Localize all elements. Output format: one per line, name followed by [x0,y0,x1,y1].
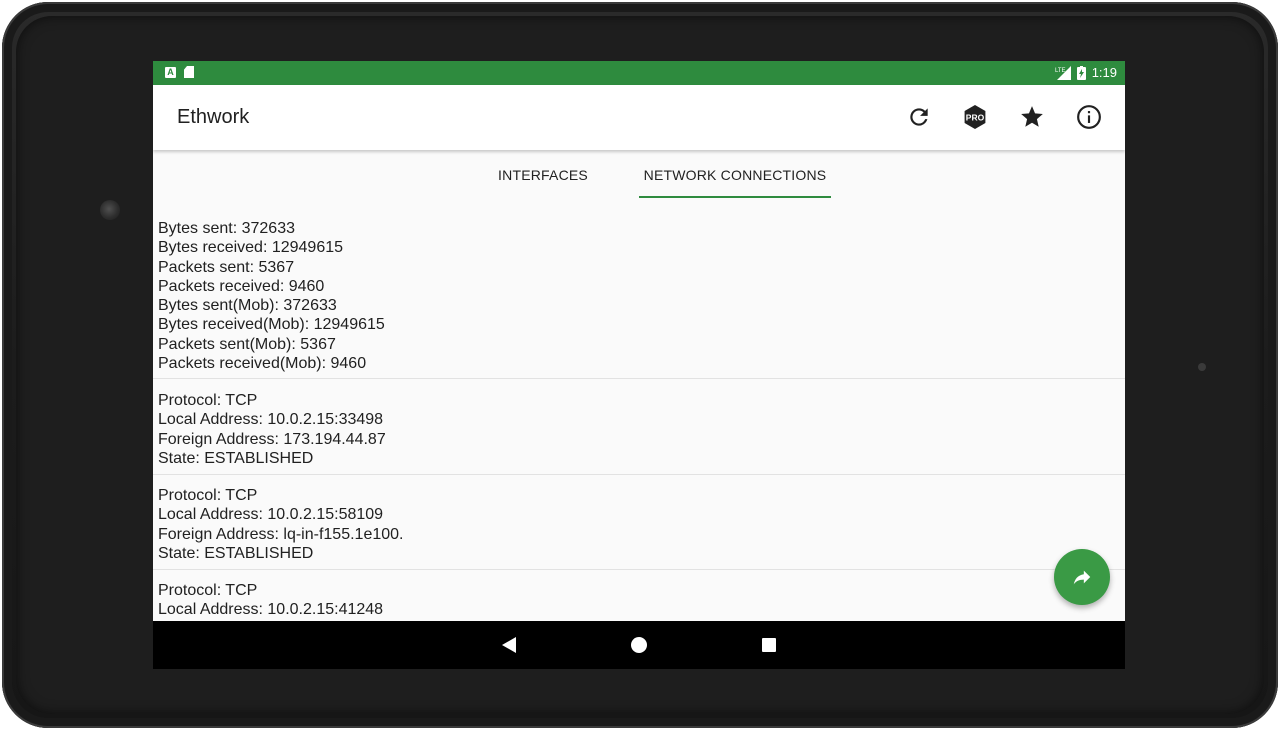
app-bar: Ethwork PRO [153,85,1125,150]
back-button[interactable] [497,633,521,657]
refresh-button[interactable] [905,103,933,131]
traffic-stats-card: Bytes sent: 372633 Bytes received: 12949… [153,219,1125,380]
sd-card-icon [184,66,194,78]
share-button[interactable] [1054,549,1110,605]
connection-item[interactable]: Protocol: TCP Local Address: 10.0.2.15:3… [153,391,1125,476]
stat-packets-received: Packets received: 9460 [158,277,325,295]
connection-local-address: Local Address: 10.0.2.15:58109 [158,506,384,524]
tab-network-connections-label: NETWORK CONNECTIONS [643,166,827,183]
proximity-sensor [1198,363,1206,371]
tab-interfaces-label: INTERFACES [498,166,588,183]
connection-protocol: Protocol: TCP [158,582,258,599]
status-bar: A LTE 1:19 [153,61,1125,85]
home-icon [631,637,647,653]
info-icon [1077,105,1101,129]
stat-packets-sent-mob: Packets sent(Mob): 5367 [158,335,336,353]
info-button[interactable] [1075,103,1103,131]
a-notification-icon: A [165,66,176,78]
refresh-icon [910,108,928,126]
svg-text:LTE: LTE [1055,68,1066,74]
connection-item[interactable]: Protocol: TCP Local Address: 10.0.2.15:5… [153,486,1125,571]
home-button[interactable] [627,633,651,657]
stat-packets-sent: Packets sent: 5367 [158,258,295,276]
notification-area: A [165,66,194,78]
connection-protocol: Protocol: TCP [158,487,258,504]
navigation-bar [153,621,1125,669]
stat-packets-received-mob: Packets received(Mob): 9460 [158,355,367,373]
back-icon [502,637,516,653]
recents-button[interactable] [757,633,781,657]
system-tray: LTE 1:19 [1055,65,1117,80]
connection-state: State: ESTABLISHED [158,544,314,562]
tab-selected-indicator [639,196,831,198]
pro-button[interactable]: PRO [961,103,989,131]
favorite-button[interactable] [1018,103,1046,131]
front-camera [100,200,120,220]
connection-foreign-address: Foreign Address: lq-in-f155.1e100. [158,525,404,543]
star-icon [1021,106,1043,127]
stat-bytes-received-mob: Bytes received(Mob): 12949615 [158,316,385,334]
stat-bytes-sent-mob: Bytes sent(Mob): 372633 [158,297,337,315]
recents-icon [762,638,776,652]
connection-state: State: ESTABLISHED [158,449,314,467]
pro-badge-icon: PRO [964,105,986,129]
connection-item[interactable]: Protocol: TCP Local Address: 10.0.2.15:4… [153,581,1125,620]
share-icon [1073,570,1091,585]
connection-local-address: Local Address: 10.0.2.15:41248 [158,601,384,619]
tab-interfaces[interactable]: INTERFACES [447,150,639,199]
pro-badge-label: PRO [966,113,985,123]
tab-network-connections[interactable]: NETWORK CONNECTIONS [639,150,831,199]
connection-foreign-address: Foreign Address: 173.194.44.87 [158,430,386,448]
screen: A LTE 1:19 Ethwork PRO INTERFACES NETWOR… [153,61,1125,669]
stat-bytes-received: Bytes received: 12949615 [158,239,344,257]
status-time: 1:19 [1091,65,1117,80]
lte-signal-icon: LTE [1055,65,1071,80]
stat-bytes-sent: Bytes sent: 372633 [158,220,295,237]
connection-local-address: Local Address: 10.0.2.15:33498 [158,411,384,429]
connections-list[interactable]: Bytes sent: 372633 Bytes received: 12949… [153,199,1125,621]
connection-protocol: Protocol: TCP [158,392,258,409]
tab-bar: INTERFACES NETWORK CONNECTIONS [153,150,1125,199]
battery-charging-icon [1076,65,1086,80]
app-title: Ethwork [177,106,250,128]
